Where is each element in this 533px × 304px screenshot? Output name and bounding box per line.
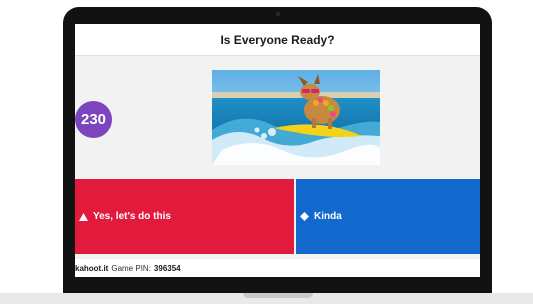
game-pin-value: 396354 (153, 264, 181, 273)
timer-value: 230 (80, 111, 107, 128)
page: Is Everyone Ready? 230 Yes, let's do thi… (0, 0, 533, 304)
answer-label: Kinda (314, 211, 342, 222)
brand-name: kahoot.it (75, 264, 109, 273)
question-title: Is Everyone Ready? (220, 32, 335, 47)
game-footer: kahoot.it Game PIN: 396354 (75, 258, 480, 277)
answer-option-blue[interactable]: Kinda (296, 179, 480, 254)
kahoot-screen: Is Everyone Ready? 230 Yes, let's do thi… (75, 24, 480, 277)
diamond-icon (300, 212, 309, 221)
triangle-icon (79, 212, 88, 221)
answer-option-red[interactable]: Yes, let's do this (75, 179, 294, 254)
answer-label: Yes, let's do this (93, 211, 171, 222)
camera-icon (276, 12, 280, 16)
question-image (212, 70, 380, 165)
game-pin-label: Game PIN: (111, 264, 151, 273)
question-header: Is Everyone Ready? (75, 24, 480, 56)
laptop-notch (243, 293, 313, 298)
countdown-timer: 230 (75, 101, 112, 138)
